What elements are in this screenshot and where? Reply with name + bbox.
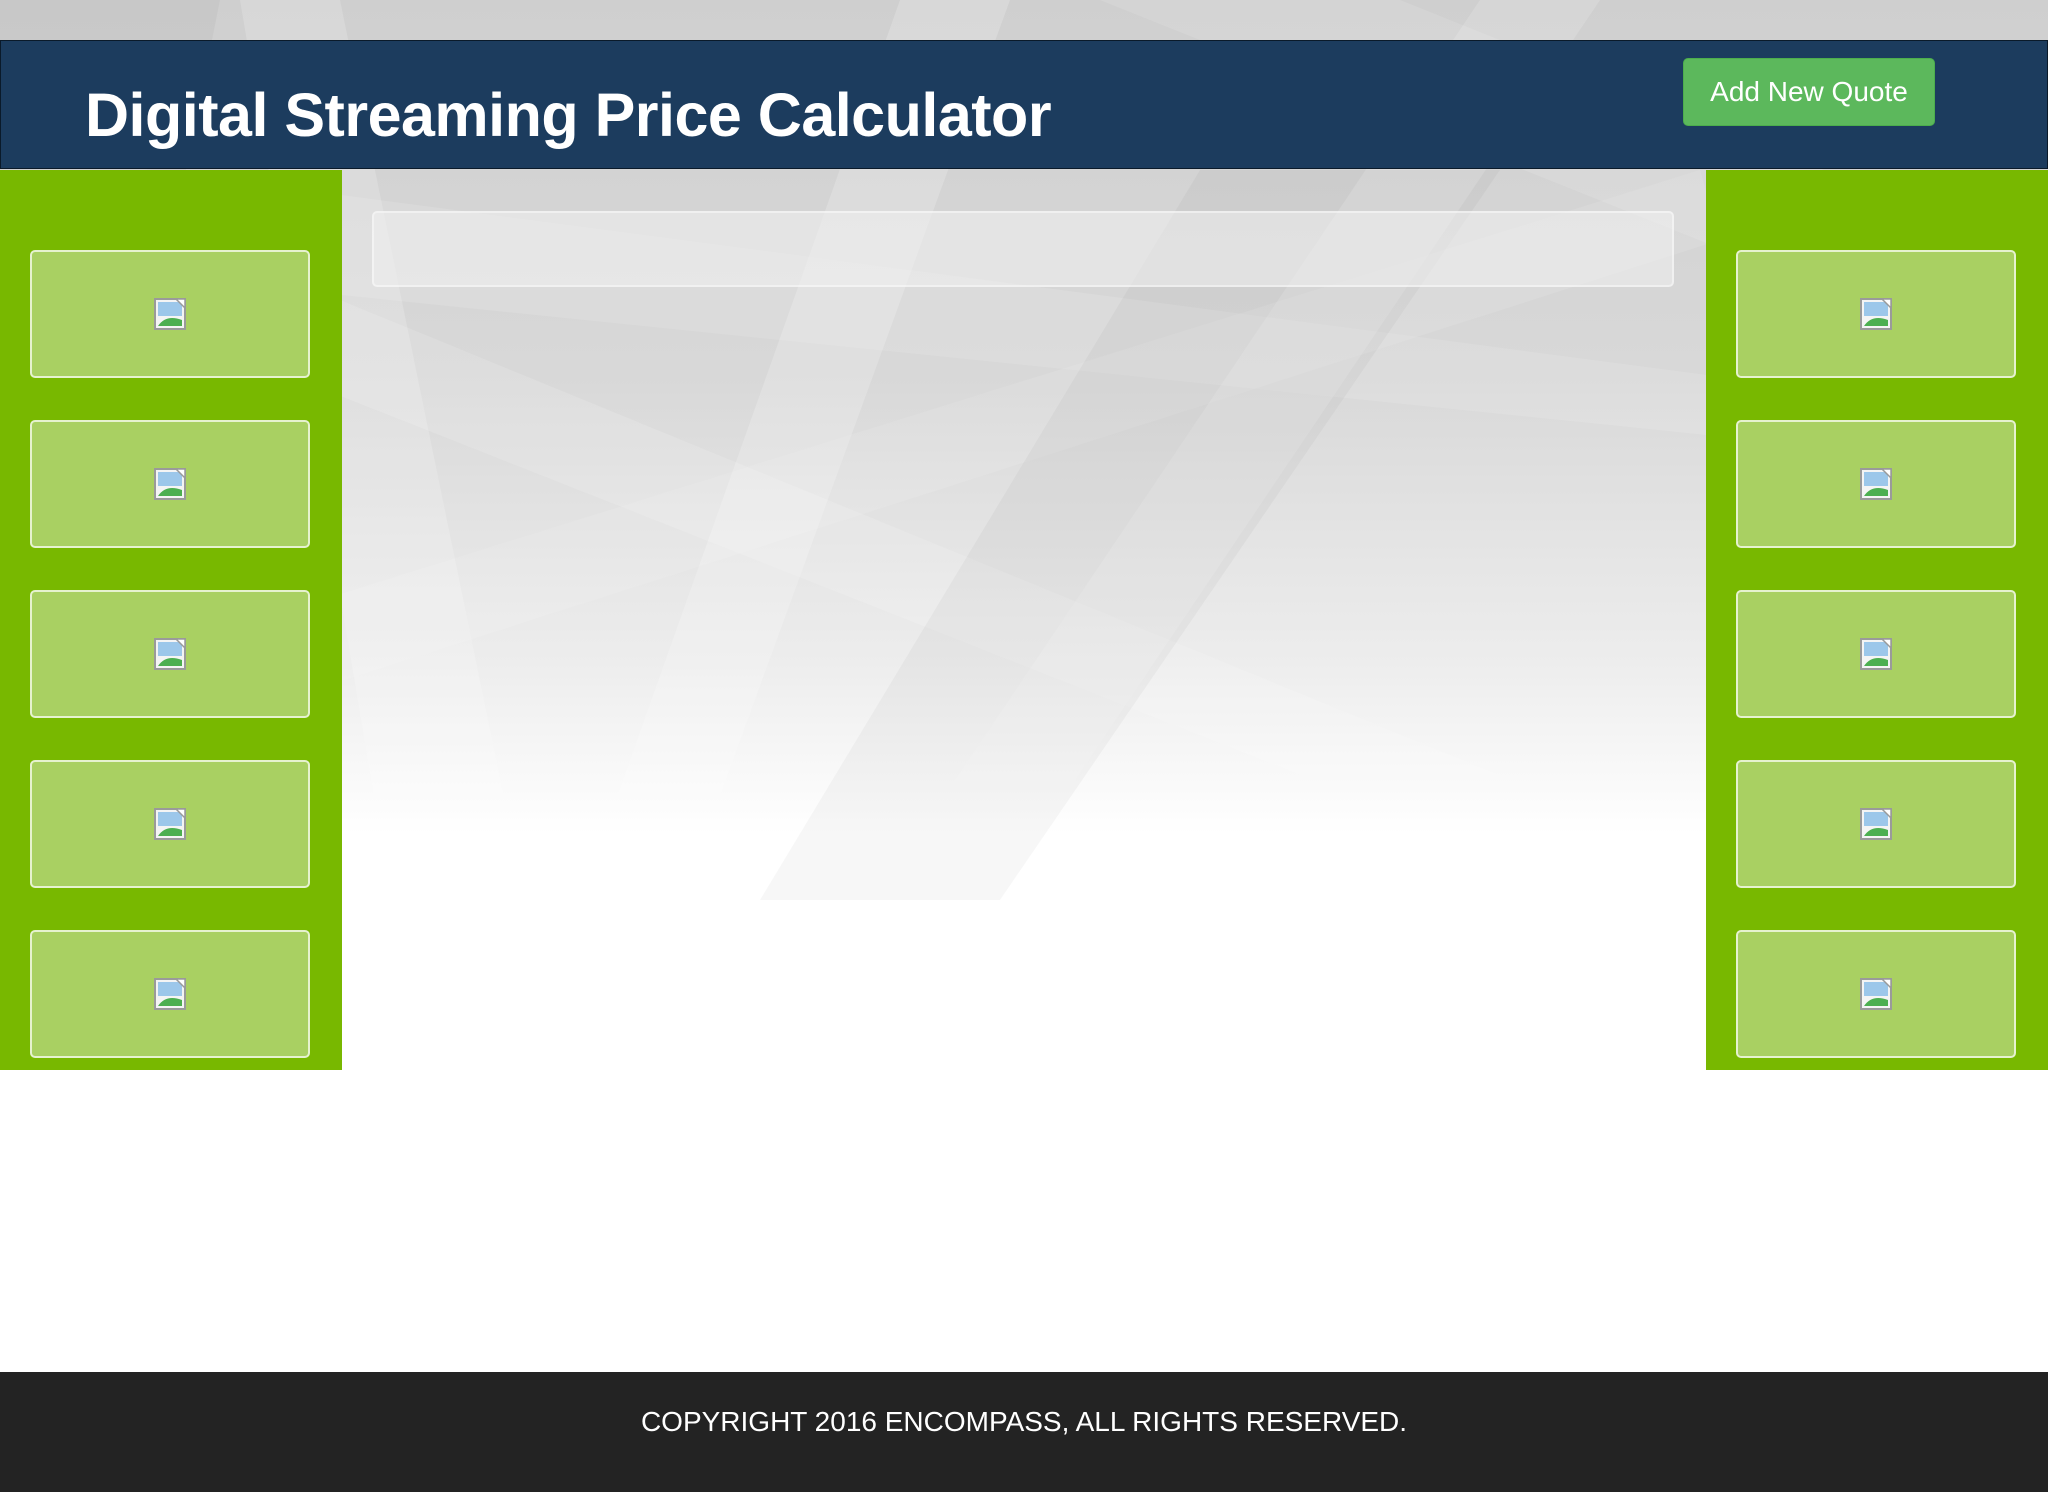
right-tile-5[interactable] xyxy=(1736,930,2016,1058)
left-tile-5[interactable] xyxy=(30,930,310,1058)
left-tile-1[interactable] xyxy=(30,250,310,378)
copyright-text: COPYRIGHT 2016 ENCOMPASS, ALL RIGHTS RES… xyxy=(640,1406,1408,1437)
left-tile-panel xyxy=(0,170,342,1070)
broken-image-icon xyxy=(1860,638,1892,670)
right-tile-3[interactable] xyxy=(1736,590,2016,718)
right-tile-panel xyxy=(1706,170,2048,1070)
broken-image-icon xyxy=(154,808,186,840)
broken-image-icon xyxy=(154,468,186,500)
left-tile-3[interactable] xyxy=(30,590,310,718)
page-footer: COPYRIGHT 2016 ENCOMPASS, ALL RIGHTS RES… xyxy=(0,1372,2048,1492)
right-tile-1[interactable] xyxy=(1736,250,2016,378)
left-tile-4[interactable] xyxy=(30,760,310,888)
broken-image-icon xyxy=(154,298,186,330)
broken-image-icon xyxy=(1860,468,1892,500)
broken-image-icon xyxy=(154,978,186,1010)
broken-image-icon xyxy=(154,638,186,670)
right-tile-2[interactable] xyxy=(1736,420,2016,548)
page: Digital Streaming Price Calculator Add N… xyxy=(0,0,2048,1492)
page-title: Digital Streaming Price Calculator xyxy=(85,81,1052,149)
add-new-quote-button[interactable]: Add New Quote xyxy=(1683,58,1935,126)
broken-image-icon xyxy=(1860,808,1892,840)
broken-image-icon xyxy=(1860,298,1892,330)
content-bar xyxy=(372,211,1674,287)
broken-image-icon xyxy=(1860,978,1892,1010)
page-header: Digital Streaming Price Calculator Add N… xyxy=(0,40,2048,169)
left-tile-2[interactable] xyxy=(30,420,310,548)
right-tile-4[interactable] xyxy=(1736,760,2016,888)
